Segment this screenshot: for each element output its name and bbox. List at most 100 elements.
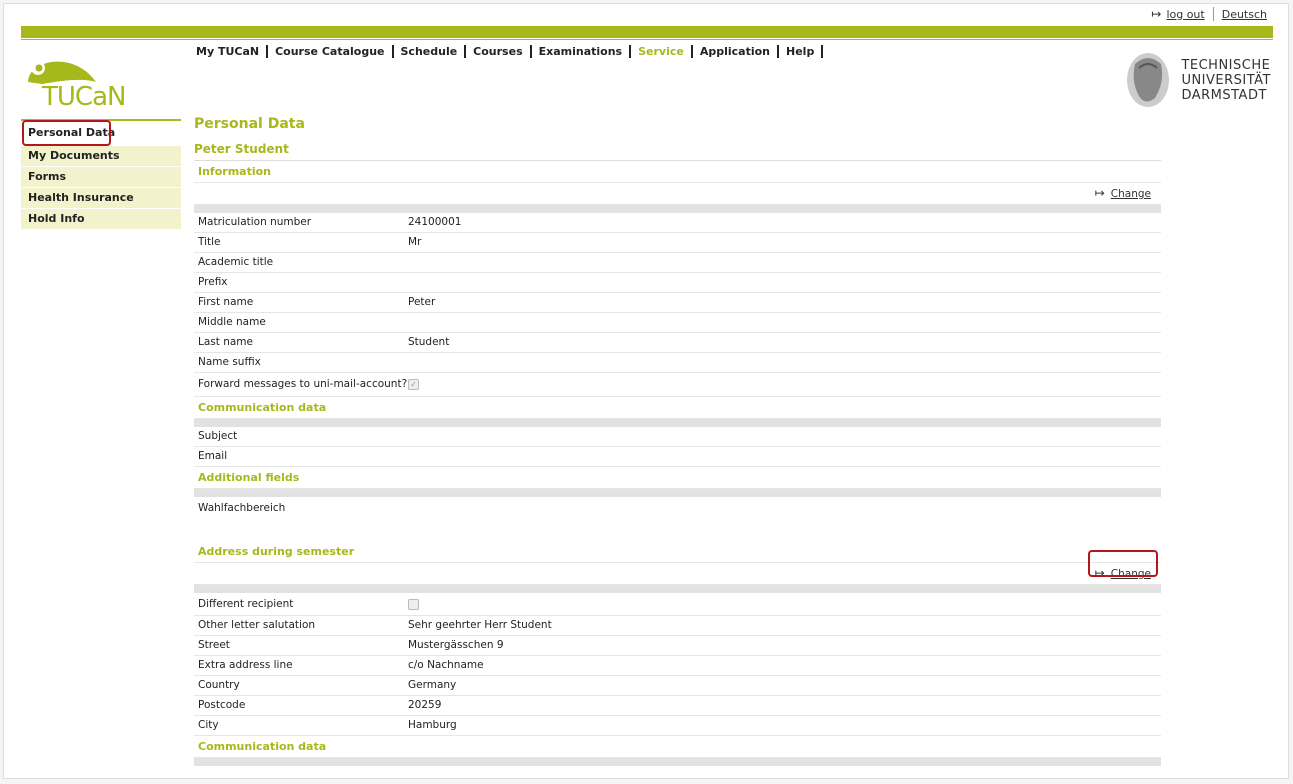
- row-value: 24100001: [408, 216, 462, 228]
- row-label: Street: [198, 639, 230, 651]
- row-value: [408, 427, 1161, 446]
- sidebar-item-forms[interactable]: Forms: [21, 167, 181, 188]
- table-row: Street Mustergässchen 9: [194, 636, 1161, 656]
- change-label: Change: [1110, 568, 1151, 580]
- row-value: Peter: [408, 296, 436, 308]
- row-value: c/o Nachname: [408, 659, 484, 671]
- change-address-link[interactable]: ↦ Change: [1095, 566, 1151, 580]
- header-line: [21, 39, 1273, 40]
- main-nav: My TUCaN Course Catalogue Schedule Cours…: [196, 45, 824, 58]
- row-value: Germany: [408, 679, 457, 691]
- table-row: Last name Student: [194, 333, 1161, 353]
- table-row: Prefix: [194, 273, 1161, 293]
- nav-schedule[interactable]: Schedule: [394, 45, 467, 58]
- student-name: Peter Student: [194, 139, 1161, 161]
- table-row: Subject: [194, 427, 1161, 447]
- row-value: Student: [408, 336, 450, 348]
- section-information: Information: [194, 161, 1161, 183]
- sidebar-item-hold-info[interactable]: Hold Info: [21, 209, 181, 230]
- table-row: Email: [194, 447, 1161, 467]
- language-link[interactable]: Deutsch: [1222, 8, 1267, 21]
- section-communication: Communication data: [194, 397, 1161, 419]
- row-label: Matriculation number: [198, 216, 312, 228]
- table-row: Extra address line c/o Nachname: [194, 656, 1161, 676]
- sidebar-item-my-documents[interactable]: My Documents: [21, 146, 181, 167]
- table-row: Wahlfachbereich: [194, 497, 1161, 519]
- grey-bar: [194, 205, 1161, 213]
- row-value: Mustergässchen 9: [408, 639, 504, 651]
- arrow-icon: ↦: [1094, 186, 1105, 200]
- row-value: Mr: [408, 236, 422, 248]
- table-row: Other letter salutation Sehr geehrter Her…: [194, 616, 1161, 636]
- row-label: City: [198, 719, 219, 731]
- table-row: Postcode 20259: [194, 696, 1161, 716]
- table-row: Country Germany: [194, 676, 1161, 696]
- logout-link[interactable]: log out: [1166, 8, 1204, 21]
- row-label: Last name: [198, 336, 253, 348]
- row-label: Email: [198, 450, 228, 462]
- grey-bar: [194, 585, 1161, 593]
- table-row: Middle name: [194, 313, 1161, 333]
- divider: [1212, 7, 1214, 21]
- row-label: Extra address line: [198, 659, 293, 671]
- tud-portrait-icon: [1127, 53, 1170, 107]
- table-row: Matriculation number 24100001: [194, 213, 1161, 233]
- nav-courses[interactable]: Courses: [466, 45, 532, 58]
- table-row: Name suffix: [194, 353, 1161, 373]
- nav-my-tucan[interactable]: My TUCaN: [196, 45, 269, 58]
- row-label: Country: [198, 679, 240, 691]
- nav-application[interactable]: Application: [693, 45, 780, 58]
- table-row: Different recipient: [194, 593, 1161, 616]
- nav-examinations[interactable]: Examinations: [532, 45, 632, 58]
- row-label: Academic title: [198, 256, 274, 268]
- section-additional: Additional fields: [194, 467, 1161, 489]
- row-label: Prefix: [198, 276, 228, 288]
- row-value: 20259: [408, 699, 442, 711]
- row-label: Different recipient: [198, 598, 294, 610]
- logo-text: TUCaN: [42, 82, 126, 112]
- tud-logo: TECHNISCHE UNIVERSITÄT DARMSTADT: [1125, 52, 1271, 108]
- row-label: Middle name: [198, 316, 266, 328]
- different-recipient-checkbox: [408, 598, 419, 610]
- change-label: Change: [1110, 188, 1151, 200]
- tud-line1: TECHNISCHE: [1181, 57, 1271, 73]
- grey-bar: [194, 489, 1161, 497]
- row-label: Name suffix: [198, 356, 261, 368]
- logout-icon[interactable]: ↦: [1151, 7, 1161, 21]
- nav-service[interactable]: Service: [631, 45, 693, 58]
- table-row: City Hamburg: [194, 716, 1161, 736]
- top-links: ↦ log out Deutsch: [1151, 7, 1267, 21]
- tud-line2: UNIVERSITÄT: [1181, 72, 1271, 88]
- tud-line3: DARMSTADT: [1181, 87, 1267, 103]
- row-value: Hamburg: [408, 719, 457, 731]
- row-value: [408, 353, 1161, 372]
- row-value: [408, 273, 1161, 292]
- sidebar-item-personal-data[interactable]: Personal Data: [21, 121, 181, 146]
- row-label: First name: [198, 296, 254, 308]
- table-row: Academic title: [194, 253, 1161, 273]
- grey-bar: [194, 758, 1161, 766]
- row-label: Title: [198, 236, 221, 248]
- main-content: Personal Data Peter Student Information …: [194, 116, 1161, 766]
- row-label: Wahlfachbereich: [198, 502, 286, 514]
- table-row: Forward messages to uni-mail-account? ✓: [194, 373, 1161, 397]
- row-value: [408, 447, 1161, 466]
- nav-course-catalogue[interactable]: Course Catalogue: [268, 45, 394, 58]
- forward-checkbox: ✓: [408, 378, 419, 390]
- row-label: Other letter salutation: [198, 619, 316, 631]
- change-info-link[interactable]: ↦ Change: [1095, 186, 1151, 200]
- row-label: Postcode: [198, 699, 246, 711]
- sidebar: Personal Data My Documents Forms Health …: [21, 119, 181, 230]
- header-bar: [21, 26, 1273, 38]
- forward-label: Forward messages to uni-mail-account?: [198, 378, 408, 390]
- section-communication-2: Communication data: [194, 736, 1161, 758]
- arrow-icon: ↦: [1094, 566, 1105, 580]
- row-value: [408, 313, 1161, 332]
- page-title: Personal Data: [194, 116, 305, 132]
- grey-bar: [194, 419, 1161, 427]
- row-value: [408, 253, 1161, 272]
- sidebar-item-health-insurance[interactable]: Health Insurance: [21, 188, 181, 209]
- row-value: Sehr geehrter Herr Student: [408, 619, 552, 631]
- table-row: First name Peter: [194, 293, 1161, 313]
- nav-help[interactable]: Help: [779, 45, 824, 58]
